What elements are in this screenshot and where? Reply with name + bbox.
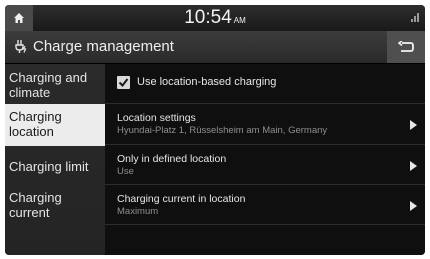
clock: 10:54 AM [5,7,425,29]
title-bar: Charge management [5,31,425,64]
settings-list: Use location-based charging Location set… [105,64,425,255]
sidebar-item-charging-limit[interactable]: Charging limit [5,159,105,174]
page-title: Charge management [33,38,174,55]
checkmark-icon [118,78,129,88]
back-button[interactable] [387,31,425,63]
charging-current-title: Charging current in location [117,193,246,205]
infotainment-screen: 10:54 AM Charge management Charging and c… [5,5,425,255]
sidebar-item-charging-location[interactable]: Charging location [5,104,105,146]
sidebar-item-charging-current[interactable]: Charging current [5,190,105,220]
defined-location-title: Only in defined location [117,153,227,165]
sidebar-item-charging-and-climate[interactable]: Charging and climate [5,70,105,100]
location-settings-title: Location settings [117,112,196,124]
charge-management-icon [15,40,27,53]
clock-ampm: AM [233,16,246,25]
use-location-charging-row[interactable]: Use location-based charging [105,64,425,104]
clock-time: 10:54 [184,7,232,28]
location-settings-value: Hyundai-Platz 1, Rüsselsheim am Main, Ge… [117,125,328,136]
sidebar-menu: Charging and climate Charging location C… [5,64,105,255]
signal-icon [411,13,419,22]
arrow-right-icon [410,201,417,211]
use-location-charging-label: Use location-based charging [137,76,277,88]
charging-current-row[interactable]: Charging current in location Maximum [105,185,425,225]
defined-location-value: Use [117,166,134,177]
status-bar: 10:54 AM [5,5,425,31]
arrow-right-icon [410,161,417,171]
charging-current-value: Maximum [117,206,159,217]
back-arrow-icon [398,41,414,52]
arrow-right-icon [410,120,417,130]
defined-location-row[interactable]: Only in defined location Use [105,145,425,185]
use-location-charging-checkbox[interactable] [117,76,130,89]
location-settings-row[interactable]: Location settings Hyundai-Platz 1, Rüsse… [105,104,425,145]
